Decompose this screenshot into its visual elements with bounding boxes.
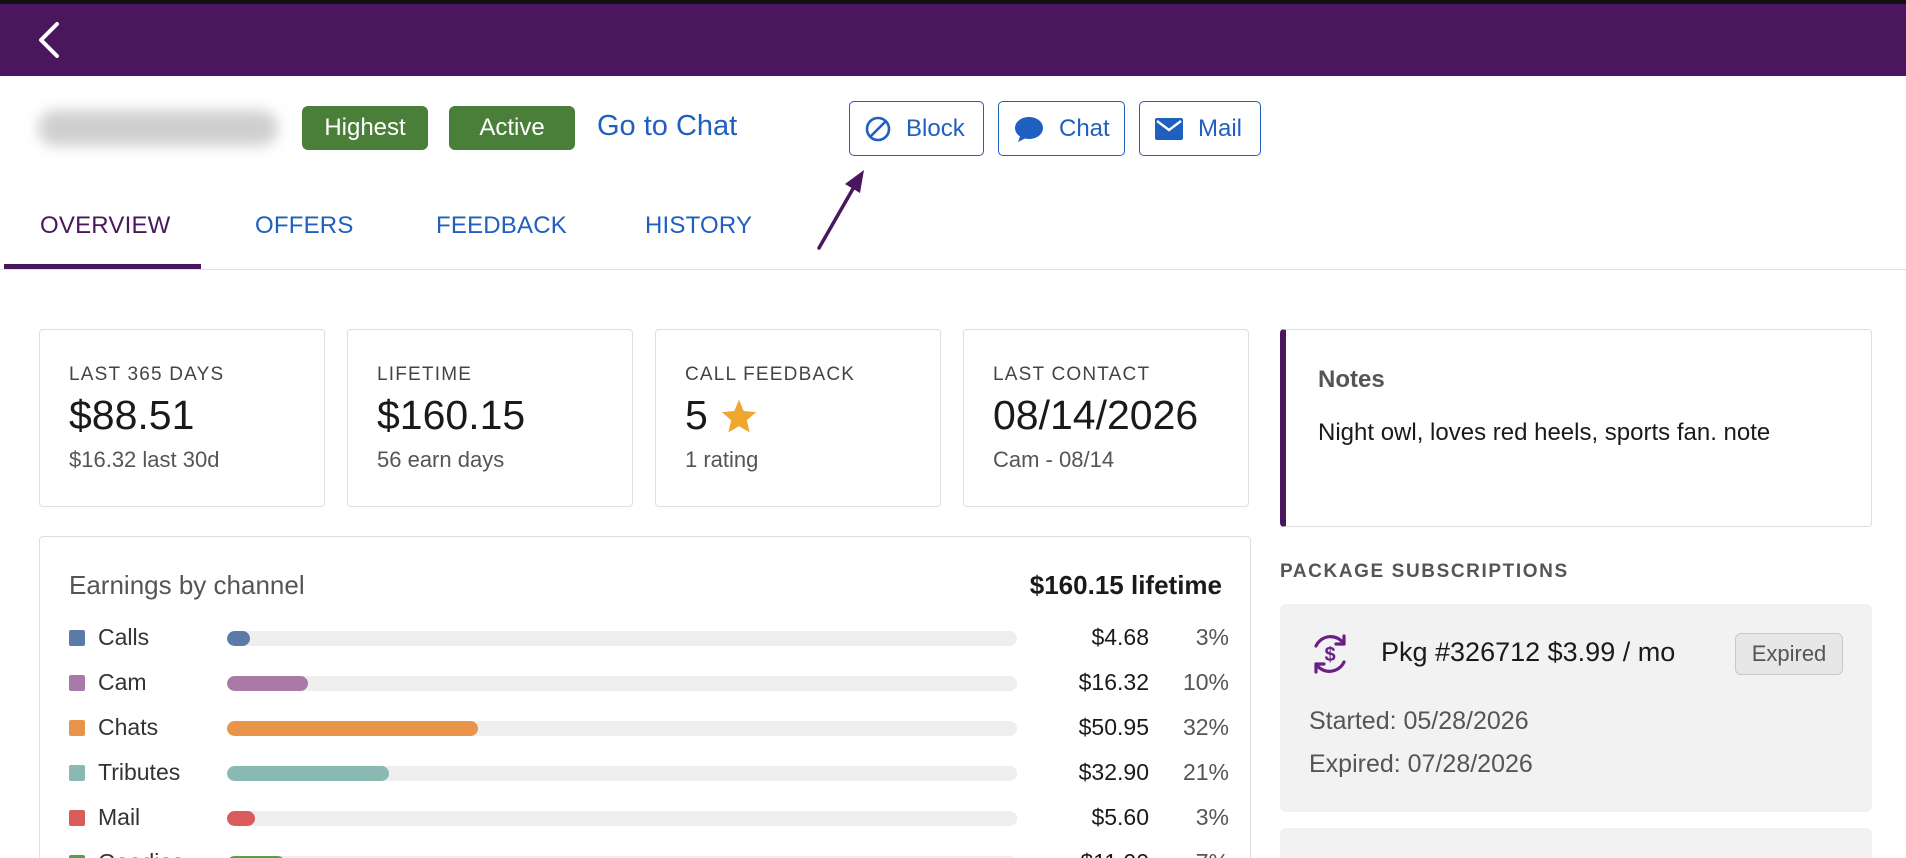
earnings-row: Cam $16.32 10% [69,668,1229,698]
mail-button-label: Mail [1198,114,1243,142]
channel-bar-fill [227,721,478,736]
star-icon [720,398,758,434]
channel-percent: 32% [1182,714,1229,740]
channel-name: Mail [98,804,141,830]
chevron-left-icon[interactable] [30,20,66,60]
stat-card-last-365-days: LAST 365 DAYS $88.51 $16.32 last 30d [39,329,325,507]
stat-value: 08/14/2026 [993,392,1199,438]
stat-label: CALL FEEDBACK [685,364,856,385]
stat-card-call-feedback: CALL FEEDBACK 5 1 rating [655,329,941,507]
channel-color-swatch [69,720,85,736]
tab-offers[interactable]: OFFERS [255,212,354,240]
chat-bubble-icon [1013,115,1045,143]
channel-percent: 10% [1182,669,1229,695]
channel-bar-track [227,721,1017,736]
tabs-divider [0,269,1906,270]
channel-color-swatch [69,765,85,781]
earnings-row: Calls $4.68 3% [69,623,1229,653]
tab-overview[interactable]: OVERVIEW [40,212,171,240]
block-icon [864,115,892,143]
earnings-row: Tributes $32.90 21% [69,758,1229,788]
package-card [1280,828,1872,858]
stat-card-lifetime: LIFETIME $160.15 56 earn days [347,329,633,507]
tab-history[interactable]: HISTORY [645,212,752,240]
channel-amount: $4.68 [1091,624,1149,650]
go-to-chat-link[interactable]: Go to Chat [597,110,737,143]
earnings-total: $160.15 lifetime [1029,570,1222,600]
earnings-by-channel-card: Earnings by channel $160.15 lifetime Cal… [39,536,1251,858]
channel-name: Calls [98,624,150,650]
channel-bar-fill [227,766,389,781]
stat-label: LAST 365 DAYS [69,364,225,385]
channel-amount: $11.00 [1080,849,1149,858]
package-status-badge: Expired [1735,633,1843,675]
subscription-dollar-icon: $ [1308,632,1352,676]
customer-name-redacted [38,110,278,146]
channel-percent: 21% [1182,759,1229,785]
channel-amount: $5.60 [1091,804,1149,830]
stat-label: LAST CONTACT [993,364,1151,385]
tab-feedback[interactable]: FEEDBACK [436,212,567,240]
mail-button[interactable]: Mail [1139,101,1261,156]
package-subscriptions-heading: PACKAGE SUBSCRIPTIONS [1280,561,1569,582]
package-card: $ Pkg #326712 $3.99 / mo Expired Started… [1280,604,1872,812]
notes-title: Notes [1318,366,1385,393]
earnings-row: Mail $5.60 3% [69,803,1229,833]
mail-icon [1154,117,1184,141]
stat-subtext: 1 rating [685,447,759,472]
channel-name: Tributes [98,759,181,785]
chat-button-label: Chat [1059,114,1110,142]
channel-color-swatch [69,810,85,826]
notes-body: Night owl, loves red heels, sports fan. … [1318,419,1771,446]
stat-value: $88.51 [69,392,195,438]
status-badge: Active [449,106,575,150]
channel-percent: 3% [1195,624,1229,650]
channel-name: Chats [98,714,159,740]
stat-subtext: 56 earn days [377,447,505,472]
channel-bar-track [227,631,1017,646]
channel-bar-fill [227,811,255,826]
block-button[interactable]: Block [849,101,984,156]
package-name: Pkg #326712 $3.99 / mo [1381,637,1676,667]
stat-value: $160.15 [377,392,526,438]
stat-subtext: Cam - 08/14 [993,447,1115,472]
channel-percent: 7% [1196,849,1229,858]
svg-text:$: $ [1324,644,1335,666]
channel-bar-fill [227,631,250,646]
earnings-title: Earnings by channel [69,570,305,600]
earnings-row: Chats $50.95 32% [69,713,1229,743]
channel-bar-track [227,766,1017,781]
channel-percent: 3% [1195,804,1229,830]
package-started-date: Started: 05/28/2026 [1309,707,1529,735]
channel-bar-track [227,676,1017,691]
notes-card: Notes Night owl, loves red heels, sports… [1280,329,1872,527]
top-app-bar [0,0,1906,76]
channel-amount: $16.32 [1078,669,1149,695]
channel-amount: $50.95 [1078,714,1149,740]
stat-card-last-contact: LAST CONTACT 08/14/2026 Cam - 08/14 [963,329,1249,507]
package-expired-date: Expired: 07/28/2026 [1309,750,1533,778]
stat-label: LIFETIME [377,364,473,385]
chat-button[interactable]: Chat [998,101,1125,156]
channel-bar-fill [227,676,308,691]
stat-subtext: $16.32 last 30d [69,447,220,472]
earnings-row: Goodies $11.00 7% [69,848,1229,858]
channel-amount: $32.90 [1078,759,1149,785]
block-button-label: Block [906,114,965,142]
channel-name: Cam [98,669,147,695]
channel-color-swatch [69,630,85,646]
channel-name: Goodies [98,849,184,858]
priority-badge: Highest [302,106,428,150]
channel-bar-track [227,811,1017,826]
stat-value: 5 [685,392,758,439]
channel-color-swatch [69,675,85,691]
